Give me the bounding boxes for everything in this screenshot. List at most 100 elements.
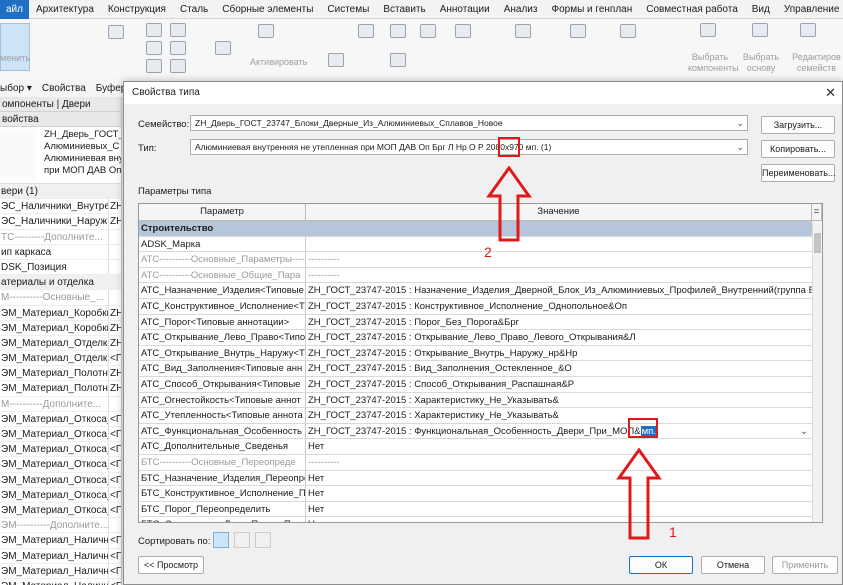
create-icon[interactable] xyxy=(620,24,636,38)
table-row[interactable]: БТС----------Основные_Переопреде --------… xyxy=(139,454,812,471)
type-select[interactable]: Алюминиевая внутренняя не утепленная при… xyxy=(190,139,748,155)
parameter-value[interactable]: ---------- xyxy=(306,268,812,283)
sort-alpha-desc-icon[interactable] xyxy=(255,532,271,548)
parameter-value[interactable]: ZH_ГОСТ_23747-2015 : Способ_Открывания_Р… xyxy=(306,377,812,392)
copy-icon[interactable] xyxy=(170,23,186,37)
rotate-icon[interactable] xyxy=(390,53,406,67)
property-value[interactable]: <Г xyxy=(108,472,121,487)
chevron-down-icon[interactable]: ⌄ xyxy=(800,424,808,439)
table-row[interactable]: БТС_Открывание_Лево_Право_ПереНет xyxy=(139,517,812,522)
property-row[interactable]: ЭМ_Материал_ОтделкиZH xyxy=(0,335,121,352)
property-value[interactable]: ZH xyxy=(108,305,121,320)
parameter-value[interactable]: ---------- xyxy=(306,455,812,470)
parameter-value[interactable]: Нет xyxy=(306,486,812,501)
select-components-icon[interactable] xyxy=(700,23,716,37)
table-row[interactable]: ADSK_Марка xyxy=(139,236,812,253)
apply-button[interactable]: Применить xyxy=(772,556,838,574)
sort-alpha-icon[interactable] xyxy=(234,532,250,548)
modify-button[interactable] xyxy=(0,23,30,71)
menu-item[interactable]: Сталь xyxy=(173,0,215,19)
table-row[interactable]: АТС_Вид_Заполнения<Типовые анн ZH_ГОСТ_23… xyxy=(139,361,812,377)
property-value[interactable]: ZH xyxy=(108,381,121,396)
mirror-icon[interactable] xyxy=(390,24,406,38)
property-row[interactable]: вери (1) xyxy=(0,184,121,200)
property-row[interactable]: ЭМ_Материал_Наличн...<Г xyxy=(0,533,121,549)
select-panel[interactable]: ыбор ▾ xyxy=(0,83,32,94)
parameter-value[interactable] xyxy=(306,237,812,252)
property-row[interactable]: М----------Дополните... xyxy=(0,396,121,412)
duplicate-button[interactable]: Копировать... xyxy=(761,140,835,158)
menu-item[interactable]: Системы xyxy=(320,0,376,19)
parameter-value[interactable]: ---------- xyxy=(306,252,812,267)
property-value[interactable] xyxy=(108,259,121,275)
join-icon[interactable] xyxy=(146,41,162,55)
move-icon[interactable] xyxy=(328,53,344,67)
parameter-value[interactable]: Нет xyxy=(306,517,812,522)
property-row[interactable]: ип каркаса xyxy=(0,244,121,260)
property-row[interactable]: ЭМ_Материал_Откоса_...<Г xyxy=(0,502,121,519)
table-row[interactable]: АТС_Конструктивное_Исполнение<Т ZH_ГОСТ_2… xyxy=(139,298,812,315)
table-row[interactable]: АТС----------Основные_Общие_Пара --------… xyxy=(139,267,812,284)
table-row[interactable]: АТС_Огнестойкость<Типовые аннот ZH_ГОСТ_2… xyxy=(139,392,812,409)
measure-icon[interactable] xyxy=(570,24,586,38)
table-row[interactable]: АТС_Способ_Открывания<Типовые ZH_ГОСТ_237… xyxy=(139,376,812,393)
property-row[interactable]: ЭМ_Материал_Откоса_...<Г xyxy=(0,487,121,503)
table-row[interactable]: БТС_Конструктивное_Исполнение_П Нет xyxy=(139,486,812,502)
menu-item[interactable]: Анализ xyxy=(497,0,545,19)
mirror-axis-icon[interactable] xyxy=(420,24,436,38)
property-row[interactable]: ЭМ_Материал_Откоса_...<Г xyxy=(0,442,121,458)
close-icon[interactable]: ✕ xyxy=(825,85,836,101)
menu-item[interactable]: Вид xyxy=(745,0,777,19)
column-header-parameter[interactable]: Параметр xyxy=(139,204,306,220)
rename-button[interactable]: Переименовать... xyxy=(761,164,835,182)
menu-item[interactable]: Архитектура xyxy=(29,0,101,19)
parameter-value[interactable]: ZH_ГОСТ_23747-2015 : Порог_Без_Порога&Бр… xyxy=(306,315,812,330)
table-row[interactable]: АТС_Функциональная_Особенность ZH_ГОСТ_23… xyxy=(139,423,812,440)
property-row[interactable]: М----------Основные_... xyxy=(0,290,121,306)
load-button[interactable]: Загрузить... xyxy=(761,116,835,134)
parameter-value[interactable]: ZH_ГОСТ_23747-2015 : Вид_Заполнения_Осте… xyxy=(306,361,812,376)
property-row[interactable]: ЭМ_Материал_Откоса_...<Г xyxy=(0,411,121,427)
activate-icon[interactable] xyxy=(258,24,274,38)
property-row[interactable]: ЭМ_Материал_Откоса_...<Г xyxy=(0,427,121,443)
parameter-value[interactable]: Нет xyxy=(306,471,812,486)
property-value[interactable] xyxy=(108,518,121,533)
menu-item[interactable]: Формы и генплан xyxy=(544,0,639,19)
type-selector[interactable]: ZH_Дверь_ГОСТ_2 Алюминиевых_С Алюминиевая … xyxy=(0,127,121,184)
parameter-value[interactable]: ZH_ГОСТ_23747-2015 : Характеристику_Не_У… xyxy=(306,393,812,408)
property-value[interactable]: <Г xyxy=(108,411,121,426)
cut-icon[interactable] xyxy=(146,23,162,37)
table-row[interactable]: БТС_Назначение_Изделия_Переопре Нет xyxy=(139,470,812,487)
table-row[interactable]: АТС----------Основные_Параметры---- -----… xyxy=(139,252,812,268)
property-value[interactable]: <Г xyxy=(108,578,121,585)
property-row[interactable]: ЭМ_Материал_Наличн...<Г xyxy=(0,563,121,579)
parameter-value[interactable]: ZH_ГОСТ_23747-2015 : Открывание_Лево_Пра… xyxy=(306,330,812,345)
property-value[interactable]: <Г xyxy=(108,351,121,366)
menu-item[interactable]: Аннотации xyxy=(433,0,497,19)
property-value[interactable]: ZH xyxy=(108,366,121,381)
menu-item[interactable]: Управление xyxy=(777,0,843,19)
geometry-icon[interactable] xyxy=(170,41,186,55)
property-value[interactable]: ZH xyxy=(108,335,121,351)
preview-button[interactable]: << Просмотр xyxy=(138,556,204,574)
family-select[interactable]: ZH_Дверь_ГОСТ_23747_Блоки_Дверные_Из_Алю… xyxy=(190,115,748,131)
menu-file[interactable]: айл xyxy=(0,0,29,19)
property-row[interactable]: DSK_Позиция xyxy=(0,259,121,276)
paint-icon[interactable] xyxy=(146,59,162,73)
property-value[interactable] xyxy=(108,396,121,411)
property-row[interactable]: ЭС_Наличники_НаружZH xyxy=(0,214,121,230)
property-row[interactable]: ЭМ_Материал_ПолотнаZH xyxy=(0,366,121,382)
property-row[interactable]: ЭМ_Материал_Отделки <Г xyxy=(0,351,121,367)
vertical-scrollbar[interactable] xyxy=(812,221,822,522)
property-row[interactable]: ЭМ_Материал_КоробкиZH xyxy=(0,305,121,321)
column-equals[interactable]: = xyxy=(812,204,822,220)
property-value[interactable]: <Г xyxy=(108,442,121,457)
align-icon[interactable] xyxy=(455,24,471,38)
offset-icon[interactable] xyxy=(358,24,374,38)
property-row[interactable]: ЭМ_Материал_Откоса_...<Г xyxy=(0,472,121,488)
table-row[interactable]: АТС_Порог<Типовые аннотации> ZH_ГОСТ_2374… xyxy=(139,314,812,331)
property-row[interactable]: ЭМ_Материал_Наличн...<Г xyxy=(0,548,121,564)
view-icon[interactable] xyxy=(515,24,531,38)
property-row[interactable]: ЭМ_Материал_КоробкиZH xyxy=(0,320,121,336)
property-value[interactable]: ZH xyxy=(108,320,121,335)
